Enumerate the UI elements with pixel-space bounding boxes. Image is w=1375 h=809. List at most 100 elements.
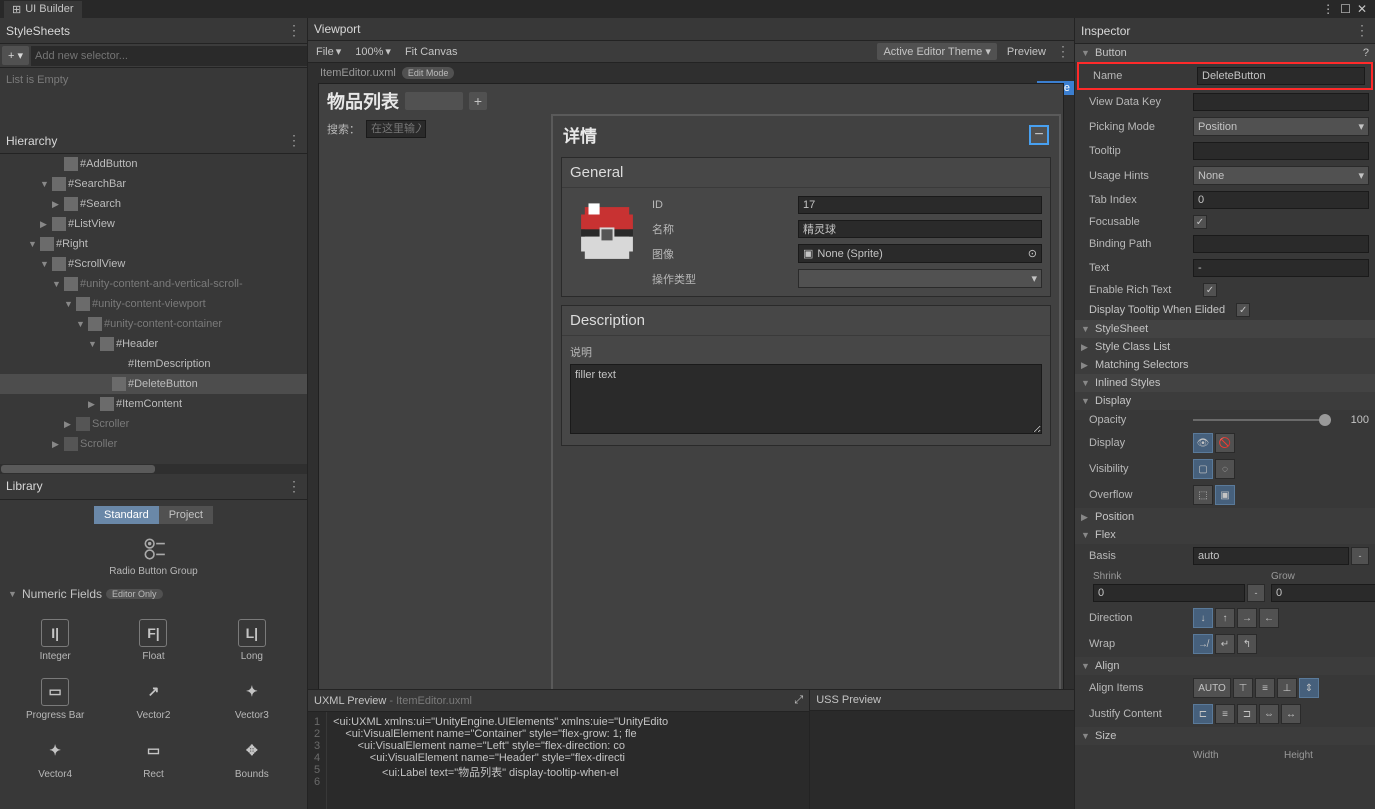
overflow-visible-btn[interactable]: ⬚ xyxy=(1193,485,1213,505)
search-input[interactable] xyxy=(366,120,426,138)
file-menu[interactable]: File▾ xyxy=(312,43,345,60)
chevron-down-icon[interactable]: ▼ xyxy=(1081,324,1091,334)
viewdatakey-field[interactable] xyxy=(1193,93,1369,111)
dir-row-btn[interactable]: → xyxy=(1237,608,1257,628)
basis-field[interactable] xyxy=(1193,547,1349,565)
justify-center-btn[interactable]: ≡ xyxy=(1215,704,1235,724)
dir-columnrev-btn[interactable]: ↑ xyxy=(1215,608,1235,628)
add-selector-button[interactable]: + ▾ xyxy=(2,46,29,65)
chevron-down-icon[interactable]: ▼ xyxy=(1081,48,1091,58)
chevron-down-icon[interactable]: ▼ xyxy=(8,589,18,599)
sprite-field[interactable]: ▣ None (Sprite) ⊙ xyxy=(798,244,1042,263)
tab-project[interactable]: Project xyxy=(159,506,213,524)
zoom-level[interactable]: 100%▾ xyxy=(351,43,395,60)
shrink-field[interactable] xyxy=(1093,584,1245,602)
tree-row[interactable]: #AddButton xyxy=(0,154,307,174)
chevron-right-icon[interactable]: ▶ xyxy=(1081,360,1091,371)
tabindex-field[interactable] xyxy=(1193,191,1369,209)
lib-long[interactable]: L|Long xyxy=(205,613,299,668)
tree-row[interactable]: #ItemDescription xyxy=(0,354,307,374)
chevron-down-icon[interactable]: ▼ xyxy=(1081,378,1091,388)
chevron-down-icon[interactable]: ▼ xyxy=(1081,396,1091,406)
viewport-canvas[interactable]: ItemEditor.uxml Edit Mode #Dele 物品列表 + 搜… xyxy=(308,63,1074,689)
uxml-code[interactable]: 123456 <ui:UXML xmlns:ui="UnityEngine.UI… xyxy=(308,712,809,809)
chevron-down-icon[interactable]: ▼ xyxy=(1081,530,1091,540)
close-icon[interactable]: ✕ xyxy=(1357,2,1367,16)
theme-select[interactable]: Active Editor Theme ▾ xyxy=(877,43,996,60)
align-stretch-btn[interactable]: ⇕ xyxy=(1299,678,1319,698)
lib-integer[interactable]: I|Integer xyxy=(8,613,102,668)
opacity-slider[interactable]: 100 xyxy=(1193,414,1369,426)
description-field[interactable] xyxy=(570,364,1042,434)
chevron-down-icon[interactable]: ▼ xyxy=(1081,731,1091,741)
wrap-rev-btn[interactable]: ↰ xyxy=(1237,634,1257,654)
lib-bounds[interactable]: ✥Bounds xyxy=(205,731,299,786)
usage-dropdown[interactable]: None▾ xyxy=(1193,166,1369,185)
justify-end-btn[interactable]: ⊐ xyxy=(1237,704,1257,724)
lib-rect[interactable]: ▭Rect xyxy=(106,731,200,786)
object-picker-icon[interactable]: ⊙ xyxy=(1028,247,1037,260)
preview-button[interactable]: Preview xyxy=(1003,44,1050,60)
tree-row[interactable]: ▶#ListView xyxy=(0,214,307,234)
menu-icon[interactable]: ⋮ xyxy=(1355,22,1369,39)
display-none-btn[interactable]: 🚫 xyxy=(1215,433,1235,453)
maximize-icon[interactable]: ☐ xyxy=(1340,2,1351,16)
tree-row[interactable]: ▼#unity-content-container xyxy=(0,314,307,334)
uss-code[interactable] xyxy=(810,711,1074,809)
name-field[interactable] xyxy=(798,220,1042,238)
chevron-right-icon[interactable]: ▶ xyxy=(1081,342,1091,353)
filter-dropdown[interactable] xyxy=(405,92,463,110)
justify-around-btn[interactable]: ↔ xyxy=(1281,704,1301,724)
tree-row[interactable]: ▶#ItemContent xyxy=(0,394,307,414)
rich-checkbox[interactable]: ✓ xyxy=(1203,283,1217,297)
shrink-unit[interactable]: - xyxy=(1247,584,1265,602)
justify-between-btn[interactable]: ⇔ xyxy=(1259,704,1279,724)
menu-icon[interactable]: ⋮ xyxy=(287,132,301,149)
help-icon[interactable]: ? xyxy=(1363,47,1369,59)
open-external-icon[interactable]: ⤢ xyxy=(794,694,803,707)
wrap-no-btn[interactable]: ↛ xyxy=(1193,634,1213,654)
tree-row[interactable]: ▼#Header xyxy=(0,334,307,354)
wrap-yes-btn[interactable]: ↵ xyxy=(1215,634,1235,654)
visible-btn[interactable]: ▢ xyxy=(1193,459,1213,479)
dir-rowrev-btn[interactable]: ← xyxy=(1259,608,1279,628)
tree-row[interactable]: ▶Scroller xyxy=(0,414,307,434)
tree-row[interactable]: ▼#unity-content-viewport xyxy=(0,294,307,314)
justify-start-btn[interactable]: ⊏ xyxy=(1193,704,1213,724)
bindingpath-field[interactable] xyxy=(1193,235,1369,253)
focusable-checkbox[interactable]: ✓ xyxy=(1193,215,1207,229)
optype-dropdown[interactable]: ▾ xyxy=(798,269,1042,288)
hierarchy-tree[interactable]: #AddButton▼#SearchBar▶#Search▶#ListView▼… xyxy=(0,154,307,464)
basis-unit[interactable]: - xyxy=(1351,547,1369,565)
tree-row[interactable]: ▼#ScrollView xyxy=(0,254,307,274)
scrollbar-horizontal[interactable] xyxy=(0,464,307,474)
tree-row[interactable]: ▼#SearchBar xyxy=(0,174,307,194)
tree-row[interactable]: ▼#unity-content-and-vertical-scroll- xyxy=(0,274,307,294)
tooltip-field[interactable] xyxy=(1193,142,1369,160)
window-tab[interactable]: ⊞ UI Builder xyxy=(4,1,82,18)
align-center-btn[interactable]: ≡ xyxy=(1255,678,1275,698)
delete-button[interactable]: − xyxy=(1029,125,1049,145)
lib-progress[interactable]: ▭Progress Bar xyxy=(8,672,102,727)
overflow-hidden-btn[interactable]: ▣ xyxy=(1215,485,1235,505)
id-field[interactable] xyxy=(798,196,1042,214)
insp-name-field[interactable] xyxy=(1197,67,1365,85)
hidden-btn[interactable]: ◌ xyxy=(1215,459,1235,479)
tree-row[interactable]: ▶#Search xyxy=(0,194,307,214)
dir-column-btn[interactable]: ↓ xyxy=(1193,608,1213,628)
lib-vec2[interactable]: ↗Vector2 xyxy=(106,672,200,727)
lib-vec4[interactable]: ✦Vector4 xyxy=(8,731,102,786)
lib-float[interactable]: F|Float xyxy=(106,613,200,668)
align-start-btn[interactable]: ⊤ xyxy=(1233,678,1253,698)
display-flex-btn[interactable]: 👁 xyxy=(1193,433,1213,453)
tree-row[interactable]: #DeleteButton xyxy=(0,374,307,394)
disptooltip-checkbox[interactable]: ✓ xyxy=(1236,303,1250,317)
lib-vec3[interactable]: ✦Vector3 xyxy=(205,672,299,727)
lib-radio-group[interactable]: Radio Button Group xyxy=(0,530,307,583)
pickingmode-dropdown[interactable]: Position▾ xyxy=(1193,117,1369,136)
chevron-right-icon[interactable]: ▶ xyxy=(1081,512,1091,523)
align-auto-btn[interactable]: AUTO xyxy=(1193,678,1231,698)
grow-field[interactable] xyxy=(1271,584,1375,602)
tree-row[interactable]: ▼#Right xyxy=(0,234,307,254)
menu-icon[interactable]: ⋮ xyxy=(1322,2,1334,16)
